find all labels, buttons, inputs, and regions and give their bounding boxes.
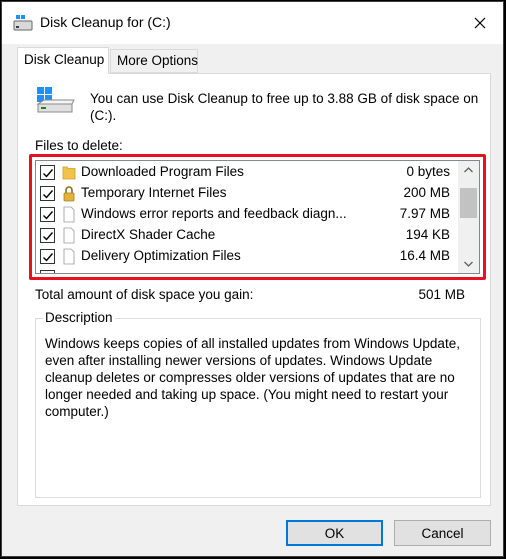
checkmark-icon (43, 190, 54, 199)
disk-cleanup-window: Disk Cleanup for (C:) Disk Cleanup More … (1, 1, 504, 557)
files-list[interactable]: Downloaded Program Files 0 bytes Tempora… (35, 160, 480, 274)
file-name: Delivery Optimization Files (81, 248, 241, 263)
file-name: Temporary Internet Files (81, 185, 227, 200)
file-name: Windows error reports and feedback diagn… (81, 206, 347, 221)
file-icon (63, 248, 75, 265)
tab-more-options[interactable]: More Options (110, 49, 198, 73)
file-size: 200 MB (403, 185, 450, 200)
checkbox[interactable] (40, 165, 55, 180)
checkbox[interactable] (40, 186, 55, 201)
description-group: Description Windows keeps copies of all … (35, 310, 481, 498)
files-to-delete-label: Files to delete: (35, 138, 123, 153)
drive-icon (36, 87, 75, 113)
file-size: 0 bytes (406, 164, 450, 179)
file-size: 194 KB (405, 227, 450, 242)
checkbox[interactable] (40, 207, 55, 222)
checkmark-icon (43, 232, 54, 241)
checkbox[interactable] (40, 249, 55, 264)
file-name: Downloaded Program Files (81, 164, 244, 179)
scroll-up-button[interactable] (458, 161, 479, 179)
close-button[interactable] (457, 2, 503, 44)
checkbox (40, 270, 55, 273)
file-row-delivery-optimization-files[interactable]: Delivery Optimization Files 16.4 MB (36, 246, 456, 267)
file-row-downloaded-program-files[interactable]: Downloaded Program Files 0 bytes (36, 162, 456, 183)
title-bar: Disk Cleanup for (C:) (2, 2, 503, 44)
total-gain-label: Total amount of disk space you gain: (35, 287, 254, 302)
lock-icon (63, 186, 75, 202)
checkbox[interactable] (40, 228, 55, 243)
total-gain-value: 501 MB (418, 287, 465, 302)
checkmark-icon (43, 253, 54, 262)
file-icon (63, 227, 75, 244)
close-icon (474, 17, 486, 29)
ok-button[interactable]: OK (286, 520, 383, 546)
file-size: 16.4 MB (399, 248, 450, 263)
window-title: Disk Cleanup for (C:) (40, 14, 171, 30)
intro-text: You can use Disk Cleanup to free up to 3… (90, 91, 479, 123)
chevron-up-icon (464, 167, 473, 173)
scroll-thumb[interactable] (460, 188, 477, 218)
file-icon (63, 206, 75, 223)
checkmark-icon (43, 169, 54, 178)
file-name: DirectX Shader Cache (81, 227, 216, 242)
description-legend: Description (43, 310, 115, 325)
file-row-partial (36, 267, 456, 273)
disk-cleanup-panel: You can use Disk Cleanup to free up to 3… (17, 73, 491, 506)
folder-icon (62, 166, 76, 180)
file-size: 7.97 MB (399, 206, 450, 221)
list-scrollbar[interactable] (458, 161, 479, 273)
file-row-windows-error-reports[interactable]: Windows error reports and feedback diagn… (36, 204, 456, 225)
disk-cleanup-app-icon (13, 15, 33, 31)
description-text: Windows keeps copies of all installed up… (45, 336, 460, 419)
chevron-down-icon (464, 261, 473, 267)
scroll-down-button[interactable] (458, 255, 479, 273)
tab-disk-cleanup[interactable]: Disk Cleanup (17, 47, 109, 74)
file-row-temporary-internet-files[interactable]: Temporary Internet Files 200 MB (36, 183, 456, 204)
cancel-button[interactable]: Cancel (394, 520, 491, 546)
file-row-directx-shader-cache[interactable]: DirectX Shader Cache 194 KB (36, 225, 456, 246)
checkmark-icon (43, 211, 54, 220)
